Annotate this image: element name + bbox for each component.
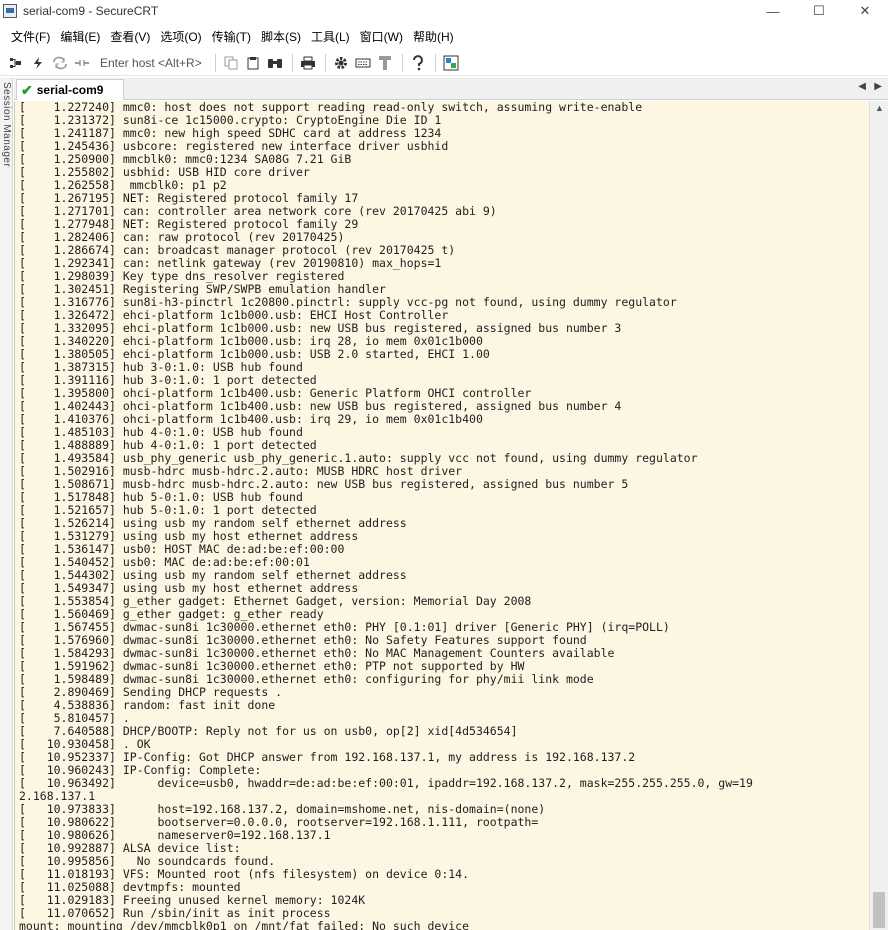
session-manager-label: Session Manager bbox=[1, 82, 12, 168]
menu-tools[interactable]: 工具(L) bbox=[306, 26, 355, 48]
find-icon[interactable] bbox=[265, 53, 285, 73]
menu-help[interactable]: 帮助(H) bbox=[408, 26, 459, 48]
tab-label: serial-com9 bbox=[36, 83, 104, 97]
minimize-button[interactable]: — bbox=[750, 0, 796, 22]
settings-gear-icon[interactable] bbox=[331, 53, 351, 73]
menu-bar: 文件(F) 编辑(E) 查看(V) 选项(O) 传输(T) 脚本(S) 工具(L… bbox=[0, 26, 888, 48]
toolbar-separator bbox=[214, 53, 216, 72]
tab-serial-com9[interactable]: ✔ serial-com9 bbox=[16, 79, 124, 100]
menu-edit[interactable]: 编辑(E) bbox=[55, 26, 105, 48]
copy-icon[interactable] bbox=[221, 53, 241, 73]
connected-check-icon: ✔ bbox=[21, 81, 33, 98]
menu-transfer[interactable]: 传输(T) bbox=[207, 26, 256, 48]
tab-scroll-left-icon[interactable]: ◀ bbox=[858, 81, 866, 92]
menu-window[interactable]: 窗口(W) bbox=[355, 26, 408, 48]
session-manager-dock[interactable]: Session Manager bbox=[0, 78, 13, 930]
terminal-scrollbar[interactable]: ▲ bbox=[869, 101, 888, 930]
menu-file[interactable]: 文件(F) bbox=[6, 26, 55, 48]
session-manager-icon[interactable] bbox=[6, 53, 26, 73]
sftp-tool-icon[interactable] bbox=[375, 53, 395, 73]
toolbar-separator bbox=[434, 53, 436, 72]
menu-options[interactable]: 选项(O) bbox=[155, 26, 206, 48]
reconnect-icon[interactable] bbox=[50, 53, 70, 73]
tab-scroll-right-icon[interactable]: ▶ bbox=[874, 81, 882, 92]
paste-icon[interactable] bbox=[243, 53, 263, 73]
help-icon[interactable] bbox=[408, 53, 428, 73]
close-button[interactable]: ✕ bbox=[842, 0, 888, 22]
disconnect-icon[interactable] bbox=[72, 53, 92, 73]
terminal-line: [ 4.538836] random: fast init done bbox=[19, 698, 276, 712]
window-title: serial-com9 - SecureCRT bbox=[23, 4, 159, 18]
keymap-keyboard-icon[interactable] bbox=[353, 53, 373, 73]
menu-script[interactable]: 脚本(S) bbox=[256, 26, 306, 48]
toolbar-separator bbox=[324, 53, 326, 72]
menu-view[interactable]: 查看(V) bbox=[105, 26, 155, 48]
screenshot-image-icon[interactable] bbox=[441, 53, 461, 73]
toolbar-separator bbox=[401, 53, 403, 72]
scroll-up-icon[interactable]: ▲ bbox=[870, 101, 888, 115]
print-icon[interactable] bbox=[298, 53, 318, 73]
window-controls: — ☐ ✕ bbox=[750, 0, 888, 22]
terminal-line: [ 10.963492] device=usb0, hwaddr=de:ad:b… bbox=[19, 776, 753, 790]
tab-bar: ✔ serial-com9 ◀ ▶ bbox=[14, 78, 888, 100]
securecrt-app-icon bbox=[3, 4, 17, 18]
terminal-line: mount: mounting /dev/mmcblk0p1 on /mnt/f… bbox=[19, 919, 470, 930]
quick-connect-icon[interactable] bbox=[28, 53, 48, 73]
toolbar-separator bbox=[291, 53, 293, 72]
scrollbar-thumb[interactable] bbox=[873, 892, 885, 928]
toolbar: Enter host <Alt+R> bbox=[0, 50, 888, 76]
terminal-output[interactable]: [ 1.227240] mmc0: host does not support … bbox=[14, 101, 869, 930]
host-input[interactable]: Enter host <Alt+R> bbox=[100, 56, 202, 70]
title-bar: serial-com9 - SecureCRT — ☐ ✕ bbox=[0, 0, 888, 22]
maximize-button[interactable]: ☐ bbox=[796, 0, 842, 22]
